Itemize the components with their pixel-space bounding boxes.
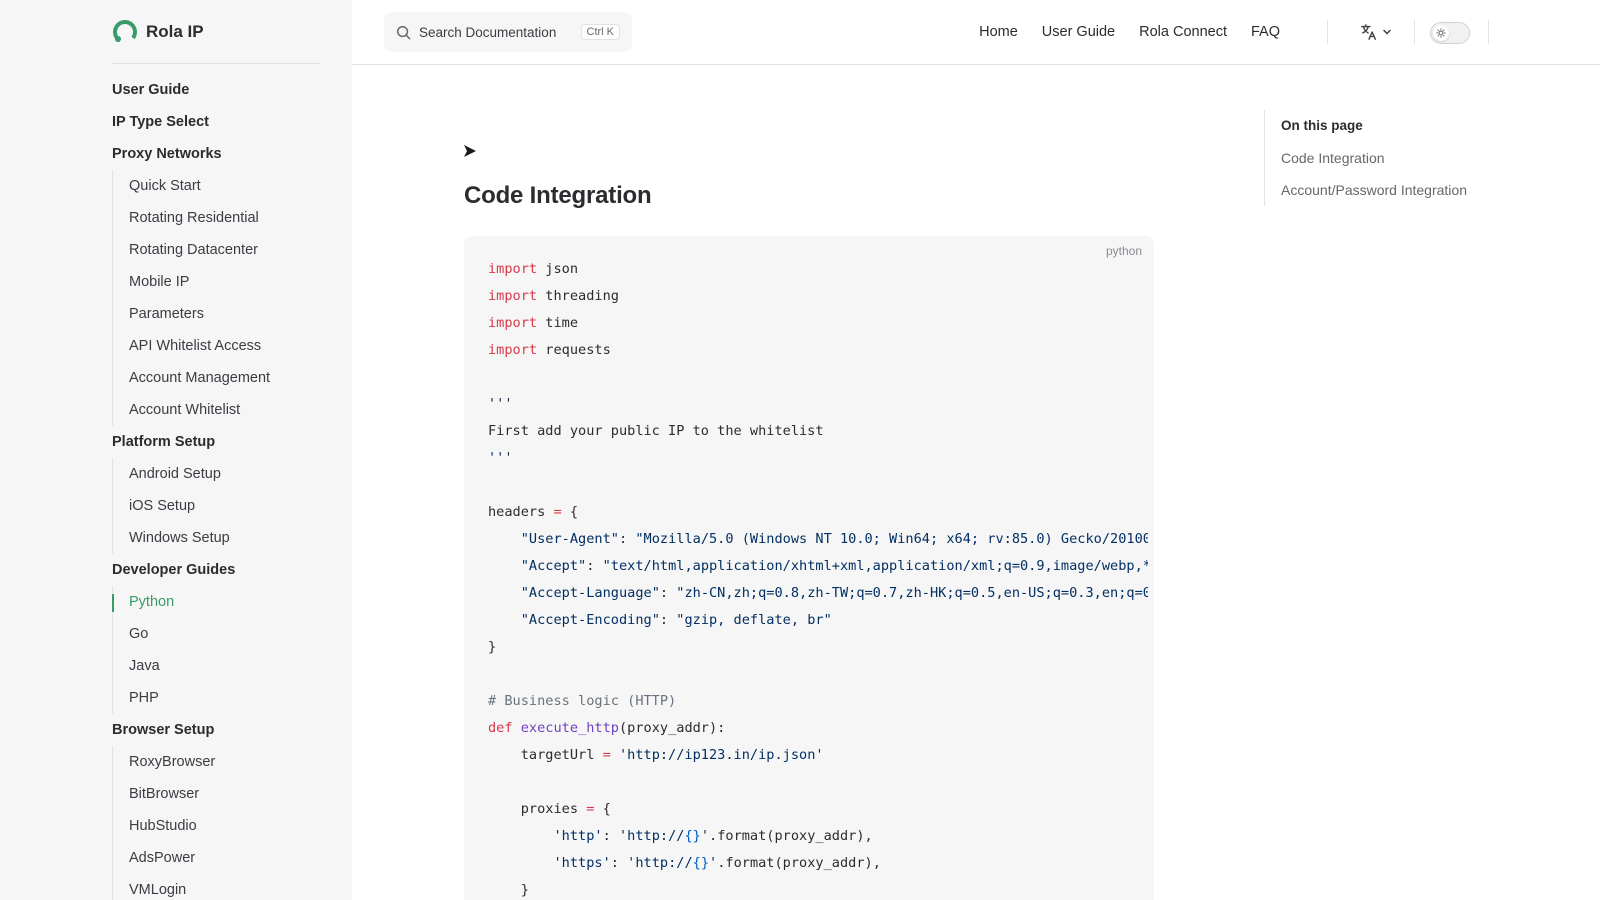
code-line: import json [488, 261, 579, 277]
code-line: "User-Agent": "Mozilla/5.0 (Windows NT 1… [520, 531, 1148, 547]
translate-icon [1361, 24, 1376, 40]
sidebar-subnav: RoxyBrowser BitBrowser HubStudio AdsPower VM… [112, 746, 342, 900]
code-line: 'http': 'http://{}'.format(proxy_addr), [553, 828, 873, 844]
sidebar-group-platform-setup[interactable]: Platform Setup [112, 426, 342, 458]
topnav-home[interactable]: Home [979, 24, 1018, 40]
page-heading: Code Integration [464, 182, 652, 209]
top-nav: Home User Guide Rola Connect FAQ [979, 0, 1280, 64]
chevron-down-icon [1383, 29, 1391, 35]
code-line: import requests [488, 342, 611, 358]
sidebar-item-rotating-datacenter[interactable]: Rotating Datacenter [129, 234, 342, 266]
search-icon [396, 25, 411, 39]
sidebar-item-rotating-residential[interactable]: Rotating Residential [129, 202, 342, 234]
sidebar-nav: User Guide IP Type Select Proxy Networks Qu… [112, 74, 342, 900]
sidebar-group-developer-guides[interactable]: Developer Guides [112, 554, 342, 586]
sidebar-item-go[interactable]: Go [129, 618, 342, 650]
sidebar-subnav: Android Setup iOS Setup Windows Setup [112, 458, 342, 554]
topbar: Search Documentation Ctrl K Home User Gui… [352, 0, 1600, 65]
sun-icon [1436, 28, 1446, 38]
sidebar-group-proxy-networks[interactable]: Proxy Networks [112, 138, 342, 170]
theme-toggle[interactable] [1430, 22, 1470, 44]
sidebar-group-user-guide[interactable]: User Guide [112, 74, 342, 106]
sidebar-item-adspower[interactable]: AdsPower [129, 842, 342, 874]
theme-toggle-knob [1433, 25, 1449, 41]
pointer-arrow-icon [464, 145, 476, 157]
sidebar-item-roxybrowser[interactable]: RoxyBrowser [129, 746, 342, 778]
sidebar-subnav: Quick Start Rotating Residential Rotating … [112, 170, 342, 426]
topnav-faq[interactable]: FAQ [1251, 24, 1280, 40]
sidebar: Rola IP User Guide IP Type Select Proxy Ne… [0, 0, 352, 900]
code-line: proxies = { [488, 801, 611, 817]
sidebar-subnav: Python Go Java PHP [112, 586, 342, 714]
code-block[interactable]: python import json import threading import… [464, 236, 1154, 900]
code-line: # Business logic (HTTP) [488, 693, 677, 709]
topnav-user-guide[interactable]: User Guide [1042, 24, 1115, 40]
sidebar-item-java[interactable]: Java [129, 650, 342, 682]
sidebar-item-bitbrowser[interactable]: BitBrowser [129, 778, 342, 810]
sidebar-item-account-whitelist[interactable]: Account Whitelist [129, 394, 342, 426]
sidebar-group-browser-setup[interactable]: Browser Setup [112, 714, 342, 746]
sidebar-item-parameters[interactable]: Parameters [129, 298, 342, 330]
code-line: headers = { [488, 504, 579, 520]
code-line: } [488, 882, 529, 898]
brand[interactable]: Rola IP [112, 18, 204, 46]
topnav-rola-connect[interactable]: Rola Connect [1139, 24, 1227, 40]
search-placeholder: Search Documentation [419, 24, 557, 40]
code-line: "Accept-Encoding": "gzip, deflate, br" [520, 612, 832, 628]
code-line: "Accept": "text/html,application/xhtml+x… [520, 558, 1148, 574]
sidebar-group-ip-type-select[interactable]: IP Type Select [112, 106, 342, 138]
table-of-contents: On this page Code Integration Account/Pas… [1264, 110, 1554, 206]
code-line: "Accept-Language": "zh-CN,zh;q=0.8,zh-TW… [520, 585, 1148, 601]
sidebar-item-account-management[interactable]: Account Management [129, 362, 342, 394]
code-line: targetUrl = 'http://ip123.in/ip.json' [488, 747, 824, 763]
sidebar-item-mobile-ip[interactable]: Mobile IP [129, 266, 342, 298]
sidebar-item-python[interactable]: Python [112, 586, 342, 618]
sidebar-item-php[interactable]: PHP [129, 682, 342, 714]
sidebar-item-quick-start[interactable]: Quick Start [129, 170, 342, 202]
divider [1327, 20, 1328, 44]
sidebar-item-api-whitelist-access[interactable]: API Whitelist Access [129, 330, 342, 362]
search-button[interactable]: Search Documentation Ctrl K [384, 12, 632, 52]
sidebar-item-android-setup[interactable]: Android Setup [129, 458, 342, 490]
code-line: import threading [488, 288, 619, 304]
code-line: 'https': 'http://{}'.format(proxy_addr), [553, 855, 881, 871]
divider [1488, 20, 1489, 44]
search-shortcut: Ctrl K [580, 24, 620, 40]
code-line: ''' [488, 396, 513, 412]
brand-name: Rola IP [146, 22, 204, 41]
sidebar-item-ios-setup[interactable]: iOS Setup [129, 490, 342, 522]
code-line: } [488, 639, 497, 655]
logo-icon [113, 20, 137, 44]
toc-item-account-password-integration[interactable]: Account/Password Integration [1281, 174, 1554, 206]
code-line: First add your public IP to the whitelis… [488, 423, 824, 439]
sidebar-item-vmlogin[interactable]: VMLogin [129, 874, 342, 900]
toc-item-code-integration[interactable]: Code Integration [1281, 142, 1554, 174]
code-line: import time [488, 315, 579, 331]
sidebar-item-hubstudio[interactable]: HubStudio [129, 810, 342, 842]
code-line: ''' [488, 450, 513, 466]
brand-divider [112, 63, 320, 64]
code-content: import json import threading import time im… [488, 256, 1148, 900]
divider [1414, 20, 1415, 44]
sidebar-item-windows-setup[interactable]: Windows Setup [129, 522, 342, 554]
toc-title: On this page [1281, 118, 1363, 133]
language-switcher[interactable] [1360, 22, 1392, 42]
code-line: def execute_http(proxy_addr): [488, 720, 726, 736]
